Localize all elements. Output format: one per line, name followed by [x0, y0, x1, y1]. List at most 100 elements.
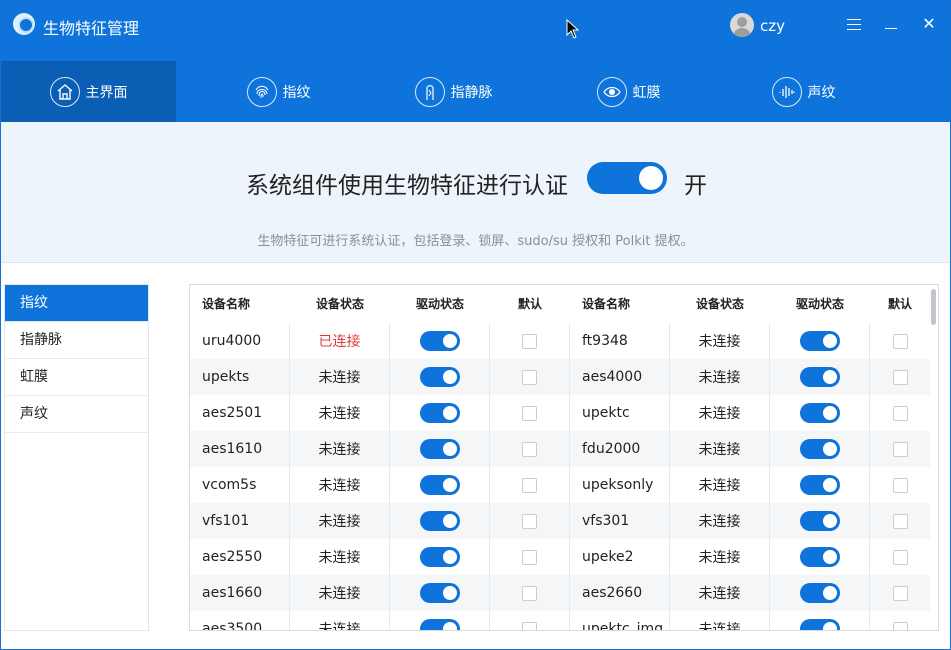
user-avatar-icon[interactable]: [730, 13, 754, 37]
nav-tabs: 主界面 指纹 指静脉 虹膜 声纹: [1, 61, 950, 122]
default-checkbox[interactable]: [522, 549, 537, 565]
table-row: aes2550 未连接 upeke2 未连接: [190, 539, 930, 575]
table-row: aes1660 未连接 aes2660 未连接: [190, 575, 930, 611]
device-status: 未连接: [670, 575, 770, 611]
device-status: 未连接: [290, 539, 390, 575]
default-checkbox[interactable]: [522, 585, 537, 601]
biometric-auth-toggle[interactable]: [587, 162, 667, 194]
header-device-status: 设备状态: [315, 297, 364, 311]
device-status: 未连接: [290, 575, 390, 611]
fingerprint-icon: [246, 76, 277, 107]
table-row: upekts 未连接 aes4000 未连接: [190, 359, 930, 395]
default-checkbox[interactable]: [522, 369, 537, 385]
default-checkbox[interactable]: [892, 549, 908, 565]
device-status: 未连接: [290, 431, 390, 467]
driver-toggle[interactable]: [419, 367, 460, 387]
device-status: 未连接: [670, 539, 770, 575]
tab-home-label: 主界面: [85, 84, 128, 101]
home-icon: [49, 76, 80, 107]
driver-toggle[interactable]: [419, 619, 460, 630]
default-checkbox[interactable]: [522, 477, 537, 493]
device-name: upeke2: [570, 539, 670, 575]
device-status: 已连接: [290, 323, 390, 359]
tab-voiceprint-label: 声纹: [807, 84, 836, 101]
username-label[interactable]: czy: [760, 17, 785, 35]
default-checkbox[interactable]: [892, 513, 908, 529]
default-cell: [870, 323, 930, 359]
sidebar-item-iris[interactable]: 虹膜: [5, 359, 148, 396]
default-cell: [870, 359, 930, 395]
default-checkbox[interactable]: [892, 441, 908, 457]
driver-toggle[interactable]: [799, 403, 840, 423]
device-name: vfs101: [190, 503, 290, 539]
device-name: aes2501: [190, 395, 290, 431]
driver-toggle[interactable]: [419, 511, 460, 531]
sidebar-item-voiceprint[interactable]: 声纹: [5, 396, 148, 433]
driver-status-cell: [770, 359, 870, 395]
default-checkbox[interactable]: [522, 441, 537, 457]
driver-toggle[interactable]: [799, 619, 840, 630]
default-checkbox[interactable]: [892, 405, 908, 421]
biometric-auth-title: 系统组件使用生物特征进行认证: [246, 173, 568, 199]
driver-status-cell: [770, 431, 870, 467]
tab-voiceprint[interactable]: 声纹: [716, 61, 891, 122]
device-status: 未连接: [670, 467, 770, 503]
table-row: aes2501 未连接 upektc 未连接: [190, 395, 930, 431]
table-header: 设备名称 设备状态 驱动状态 默认 设备名称 设备状态 驱动状态 默认: [190, 285, 930, 323]
driver-toggle[interactable]: [799, 547, 840, 567]
tab-fingerprint[interactable]: 指纹: [191, 61, 366, 122]
title-bar: 生物特征管理 czy ✕: [1, 1, 950, 61]
table-scrollbar[interactable]: [931, 289, 936, 325]
table-row: vcom5s 未连接 upeksonly 未连接: [190, 467, 930, 503]
default-checkbox[interactable]: [892, 621, 908, 630]
driver-toggle[interactable]: [799, 331, 840, 351]
sidebar-item-fingerprint[interactable]: 指纹: [5, 285, 148, 322]
driver-toggle[interactable]: [799, 367, 840, 387]
driver-status-cell: [390, 323, 490, 359]
default-cell: [870, 575, 930, 611]
driver-toggle[interactable]: [419, 439, 460, 459]
header-driver-status: 驱动状态: [415, 297, 464, 311]
driver-toggle[interactable]: [799, 583, 840, 603]
tab-iris[interactable]: 虹膜: [541, 61, 716, 122]
driver-toggle[interactable]: [799, 475, 840, 495]
driver-status-cell: [770, 611, 870, 630]
driver-toggle[interactable]: [799, 511, 840, 531]
device-status: 未连接: [670, 431, 770, 467]
hamburger-menu-icon[interactable]: [841, 11, 867, 37]
driver-status-cell: [770, 575, 870, 611]
default-checkbox[interactable]: [522, 405, 537, 421]
default-checkbox[interactable]: [522, 513, 537, 529]
driver-toggle[interactable]: [419, 583, 460, 603]
close-icon[interactable]: ✕: [916, 11, 942, 37]
device-name: upektc: [570, 395, 670, 431]
default-checkbox[interactable]: [892, 369, 908, 385]
default-checkbox[interactable]: [892, 333, 908, 349]
default-checkbox[interactable]: [522, 333, 537, 349]
driver-toggle[interactable]: [419, 403, 460, 423]
driver-toggle[interactable]: [419, 475, 460, 495]
tab-finger-vein[interactable]: 指静脉: [366, 61, 541, 122]
default-cell: [490, 503, 570, 539]
driver-toggle[interactable]: [419, 547, 460, 567]
tab-home[interactable]: 主界面: [1, 61, 176, 122]
driver-toggle[interactable]: [419, 331, 460, 351]
driver-status-cell: [770, 395, 870, 431]
sidebar-item-finger-vein[interactable]: 指静脉: [5, 322, 148, 359]
default-checkbox[interactable]: [892, 477, 908, 493]
default-cell: [490, 395, 570, 431]
app-logo-icon: [13, 13, 35, 35]
driver-toggle[interactable]: [799, 439, 840, 459]
minimize-icon[interactable]: [878, 11, 904, 37]
driver-status-cell: [390, 539, 490, 575]
device-status: 未连接: [670, 503, 770, 539]
default-cell: [490, 359, 570, 395]
iris-icon: [596, 76, 627, 107]
device-status: 未连接: [290, 503, 390, 539]
driver-status-cell: [390, 395, 490, 431]
app-window: 生物特征管理 czy ✕ 主界面 指纹 指静脉 虹膜 声纹 系统组件使用生物特征…: [0, 0, 951, 650]
default-cell: [870, 503, 930, 539]
default-checkbox[interactable]: [522, 621, 537, 630]
biometric-type-sidebar: 指纹 指静脉 虹膜 声纹: [4, 284, 149, 631]
default-checkbox[interactable]: [892, 585, 908, 601]
